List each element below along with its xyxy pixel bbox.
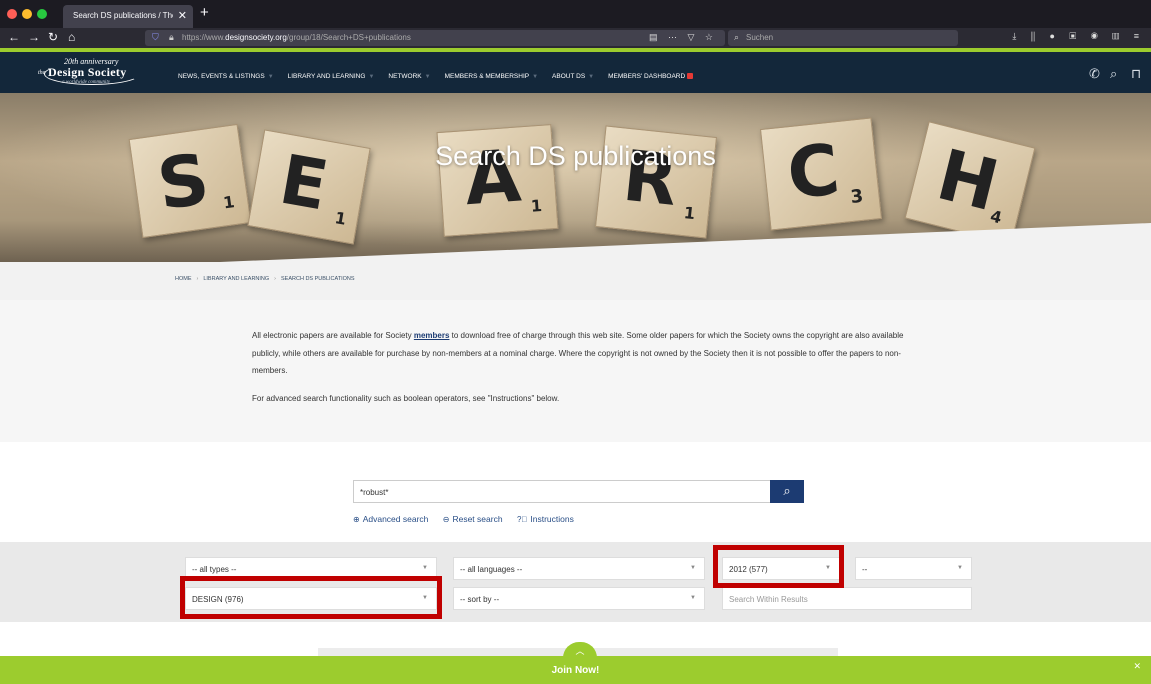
zoom-in-icon: ⊕: [353, 515, 360, 524]
nav-members-membership[interactable]: MEMBERS & MEMBERSHIP ▼: [445, 73, 538, 80]
chevron-down-icon: ▼: [368, 74, 375, 80]
sort-select[interactable]: -- sort by -- ▼: [453, 587, 705, 610]
logo-name: Design Society: [48, 65, 127, 79]
nav-library-learning[interactable]: LIBRARY AND LEARNING ▼: [288, 73, 375, 80]
breadcrumb: HOME › LIBRARY AND LEARNING › SEARCH DS PUBL…: [175, 276, 355, 282]
breadcrumb-current: SEARCH DS PUBLICATIONS: [281, 276, 355, 282]
chevron-down-icon: ▼: [267, 74, 274, 80]
help-icon: ?⃝: [516, 515, 528, 524]
zoom-out-icon: ⊖: [442, 515, 450, 524]
chevron-right-icon: ›: [196, 276, 199, 282]
extension-icons[interactable]: ⤓ ⫼ ● ▣ ◉ ▥ ≡: [1012, 31, 1145, 42]
url-toolbar-icons[interactable]: ▤ ⋯ ▽ ☆: [649, 32, 717, 43]
search-within-input[interactable]: Search Within Results: [722, 587, 972, 610]
url-text: https://www.designsociety.org/group/18/S…: [182, 33, 411, 42]
members-link[interactable]: members: [414, 331, 450, 340]
scrabble-tile-c: C 3: [759, 117, 883, 231]
instructions-link[interactable]: ?⃝ Instructions: [517, 514, 574, 524]
nav-network[interactable]: NETWORK ▼: [388, 73, 430, 80]
chevron-down-icon: ▼: [532, 74, 539, 80]
url-bar[interactable]: ⛉ 🔒︎ https://www.designsociety.org/group…: [145, 30, 725, 46]
language-select[interactable]: -- all languages -- ▼: [453, 557, 705, 580]
design-society-logo[interactable]: 20th anniversary the Design Society a wo…: [34, 57, 144, 89]
browser-tab[interactable]: Search DS publications / The D ✕: [63, 5, 193, 28]
alert-icon: [687, 73, 694, 80]
chevron-down-icon: ▼: [424, 74, 431, 80]
nav-news-events[interactable]: NEWS, EVENTS & LISTINGS ▼: [178, 73, 274, 80]
phone-icon[interactable]: ✆: [1089, 66, 1100, 82]
page-title: Search DS publications: [435, 141, 716, 171]
search-button[interactable]: ⌕: [770, 480, 804, 503]
back-icon[interactable]: ←: [8, 30, 20, 44]
search-links: ⊕ Advanced search ⊖ Reset search ?⃝ Instruc…: [353, 514, 586, 524]
join-now-bar[interactable]: ︿ Join Now! ✕: [0, 642, 1151, 684]
breadcrumb-section: HOME › LIBRARY AND LEARNING › SEARCH DS PUBL…: [0, 262, 1151, 300]
search-icon: ⌕: [734, 32, 740, 42]
search-icon[interactable]: ⌕: [1110, 66, 1117, 82]
main-navigation: NEWS, EVENTS & LISTINGS ▼ LIBRARY AND LEA…: [178, 73, 707, 80]
search-icon: ⌕: [783, 483, 791, 498]
forward-icon[interactable]: →: [28, 30, 40, 44]
nav-members-dashboard[interactable]: MEMBERS' DASHBOARD: [608, 73, 694, 80]
design-highlight-box: [180, 576, 442, 619]
window-minimize-button[interactable]: [22, 9, 32, 19]
instructions-note: For advanced search functionality such a…: [252, 394, 560, 403]
chevron-down-icon: ▼: [588, 74, 595, 80]
chevron-down-icon: ▼: [957, 565, 963, 571]
site-header: 20th anniversary the Design Society a wo…: [0, 52, 1151, 93]
new-tab-button[interactable]: +: [200, 4, 209, 21]
browser-search-bar[interactable]: ⌕ Suchen: [728, 30, 958, 46]
lock-icon[interactable]: 🔒︎: [169, 32, 174, 43]
home-icon[interactable]: ⌂: [68, 30, 75, 44]
intro-paragraph: All electronic papers are available for …: [252, 331, 904, 375]
breadcrumb-library[interactable]: LIBRARY AND LEARNING: [203, 276, 269, 282]
logo-tagline: a worldwide community: [62, 80, 111, 85]
lock-icon[interactable]: ⊓: [1131, 66, 1141, 82]
reset-search-link[interactable]: ⊖ Reset search: [443, 514, 503, 524]
tab-title: Search DS publications / The D: [73, 11, 173, 20]
filter-section: -- all types -- ▼ -- all languages -- ▼ 20…: [0, 542, 1151, 622]
year-highlight-box: [713, 545, 844, 588]
search-section: *robust* ⌕ ⊕ Advanced search ⊖ Reset searc…: [0, 442, 1151, 542]
tab-close-icon[interactable]: ✕: [178, 9, 187, 22]
advanced-search-link[interactable]: ⊕ Advanced search: [353, 514, 428, 524]
close-icon[interactable]: ✕: [1133, 661, 1141, 672]
breadcrumb-home[interactable]: HOME: [175, 276, 192, 282]
chevron-down-icon: ▼: [422, 565, 428, 571]
browser-search-placeholder: Suchen: [746, 33, 774, 42]
search-input[interactable]: *robust*: [353, 480, 771, 503]
chevron-down-icon: ▼: [690, 595, 696, 601]
nav-about-ds[interactable]: ABOUT DS ▼: [552, 73, 594, 80]
window-close-button[interactable]: [7, 9, 17, 19]
join-now-label[interactable]: Join Now!: [0, 665, 1151, 676]
reload-icon[interactable]: ↻: [48, 30, 58, 44]
logo-the: the: [38, 70, 46, 76]
browser-tab-bar: Search DS publications / The D ✕ +: [0, 0, 1151, 28]
year-to-select[interactable]: -- ▼: [855, 557, 972, 580]
intro-section: All electronic papers are available for …: [0, 300, 1151, 442]
chevron-right-icon: ›: [274, 276, 277, 282]
chevron-down-icon: ▼: [690, 565, 696, 571]
tracking-shield-icon[interactable]: ⛉: [152, 32, 159, 43]
window-zoom-button[interactable]: [37, 9, 47, 19]
hero-banner: S 1 E 1 A 1 R 1 C 3 H 4 Search DS public…: [0, 93, 1151, 263]
browser-navigation-bar: ← → ↻ ⌂ ⛉ 🔒︎ https://www.designsociety.o…: [0, 28, 1151, 48]
